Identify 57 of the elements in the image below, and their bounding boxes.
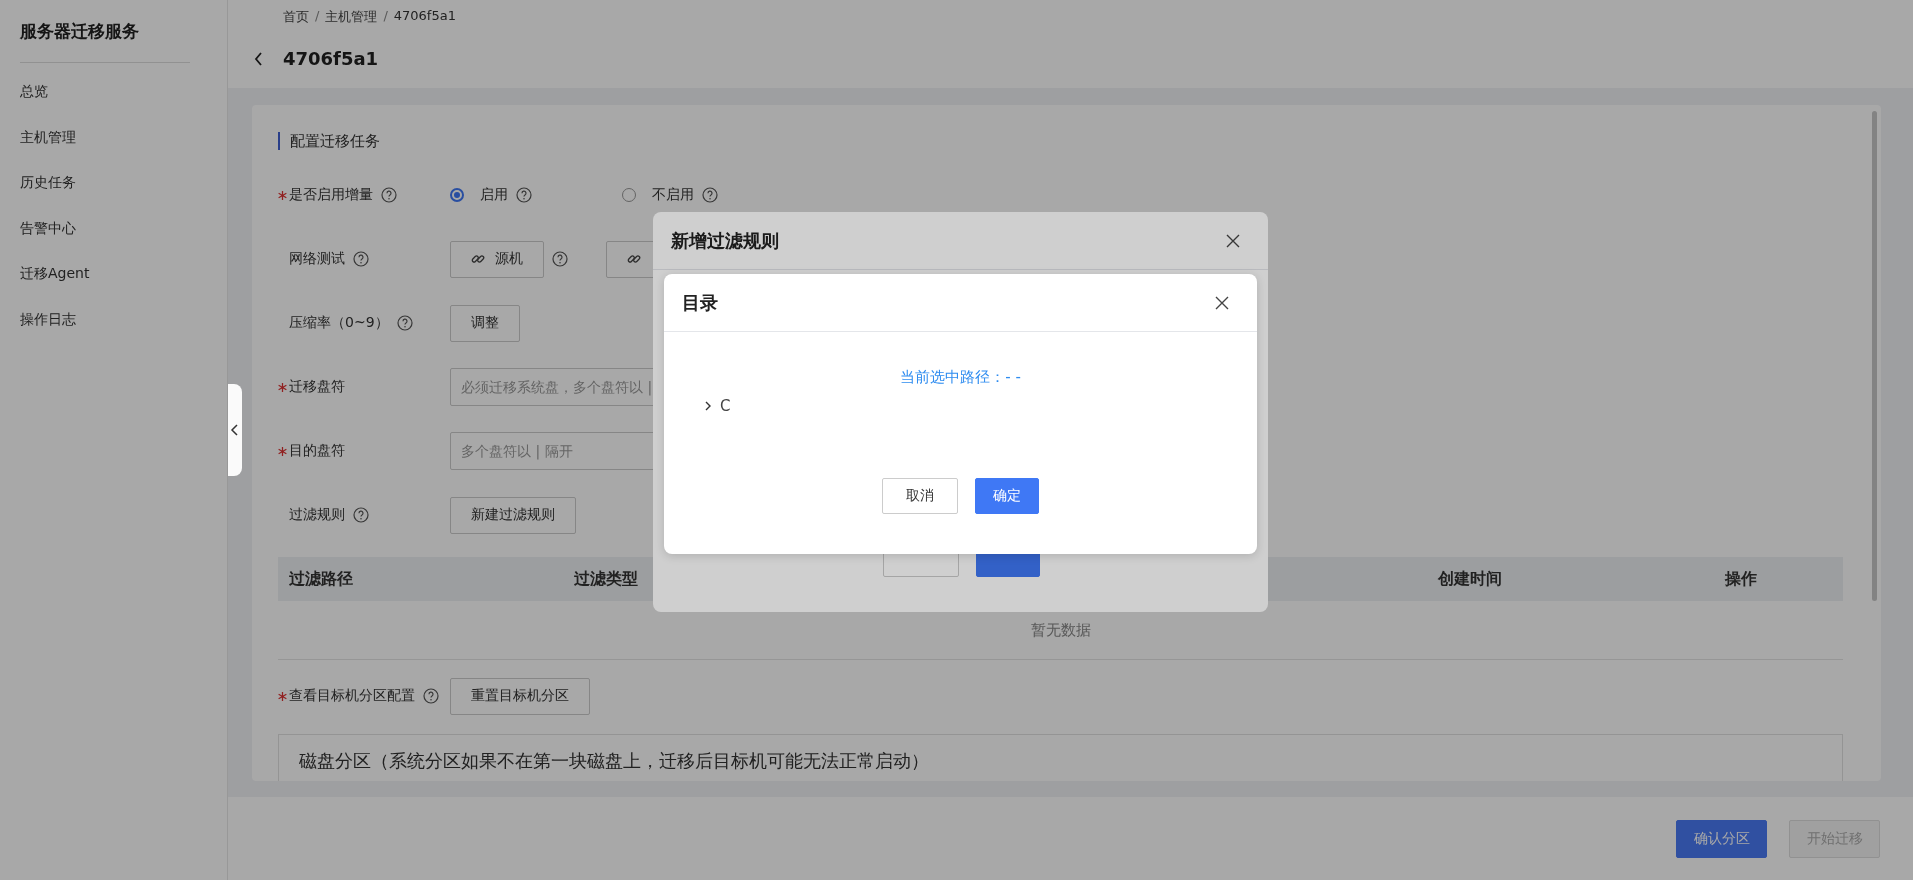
sidebar-item[interactable]: 总览	[20, 79, 207, 125]
empty-text: 暂无数据	[1030, 620, 1091, 640]
selected-path-text: 当前选中路径：- -	[900, 368, 1021, 386]
scrollbar[interactable]	[1872, 111, 1877, 601]
chevron-left-icon	[230, 424, 240, 436]
form-button[interactable]: 重置目标机分区	[450, 677, 590, 715]
field-label: 是否启用增量	[289, 186, 373, 204]
app-title: 服务器迁移服务	[20, 20, 140, 43]
help-icon[interactable]	[381, 187, 397, 203]
field-label: 查看目标机分区配置	[289, 687, 415, 705]
help-icon[interactable]	[552, 251, 568, 267]
breadcrumb-separator: /	[315, 8, 320, 25]
column-header[interactable]: 操作	[1725, 568, 1843, 590]
form-button[interactable]: 调整	[450, 304, 520, 342]
radio-button[interactable]	[622, 188, 636, 202]
section-title: 配置迁移任务	[278, 132, 1843, 150]
back-icon[interactable]	[253, 50, 265, 67]
close-icon[interactable]	[1226, 233, 1240, 248]
breadcrumb-item: 4706f5a1	[393, 8, 456, 25]
sidebar-item[interactable]: 历史任务	[20, 170, 207, 216]
link-icon	[627, 252, 641, 266]
breadcrumb-separator: /	[383, 8, 388, 25]
column-header[interactable]: 创建时间	[1438, 568, 1725, 590]
link-icon	[471, 252, 485, 266]
dialog-button[interactable]: 取消	[882, 478, 958, 514]
field-label: 迁移盘符	[289, 378, 345, 396]
form-button[interactable]: 新建过滤规则	[450, 496, 576, 534]
field-label: 目的盘符	[289, 442, 345, 460]
radio-label[interactable]: 启用	[480, 186, 508, 204]
field-label: 网络测试	[289, 250, 345, 268]
dialog-title: 新增过滤规则	[671, 228, 779, 253]
page-title: 4706f5a1	[283, 48, 379, 69]
form-button[interactable]: 源机	[450, 240, 544, 278]
breadcrumb-item[interactable]: 首页	[283, 8, 309, 26]
panel-title: 磁盘分区（系统分区如果不在第一块磁盘上，迁移后目标机可能无法正常启动）	[299, 750, 929, 771]
close-icon[interactable]	[1215, 295, 1229, 310]
help-icon[interactable]	[702, 187, 718, 203]
column-header[interactable]: 过滤路径	[289, 568, 574, 590]
dialog-title: 目录	[682, 290, 718, 315]
radio-label[interactable]: 不启用	[652, 186, 694, 204]
sidebar-item[interactable]: 告警中心	[20, 215, 207, 261]
breadcrumb-item[interactable]: 主机管理	[325, 8, 378, 26]
field-label: 压缩率（0~9）	[289, 314, 389, 332]
radio-button[interactable]	[450, 188, 464, 202]
sidebar-item[interactable]: 主机管理	[20, 124, 207, 170]
collapse-handle[interactable]	[228, 384, 242, 476]
field-label: 过滤规则	[289, 506, 345, 524]
help-icon[interactable]	[353, 507, 369, 523]
help-icon[interactable]	[396, 315, 413, 331]
expand-icon[interactable]	[704, 400, 712, 412]
help-icon[interactable]	[423, 688, 439, 704]
sidebar-item[interactable]: 操作日志	[20, 306, 207, 352]
help-icon[interactable]	[353, 251, 369, 267]
tree-node[interactable]: C	[720, 397, 731, 415]
sidebar-item[interactable]: 迁移Agent	[20, 261, 207, 307]
help-icon[interactable]	[516, 187, 532, 203]
dialog-button[interactable]: 确定	[975, 478, 1039, 514]
